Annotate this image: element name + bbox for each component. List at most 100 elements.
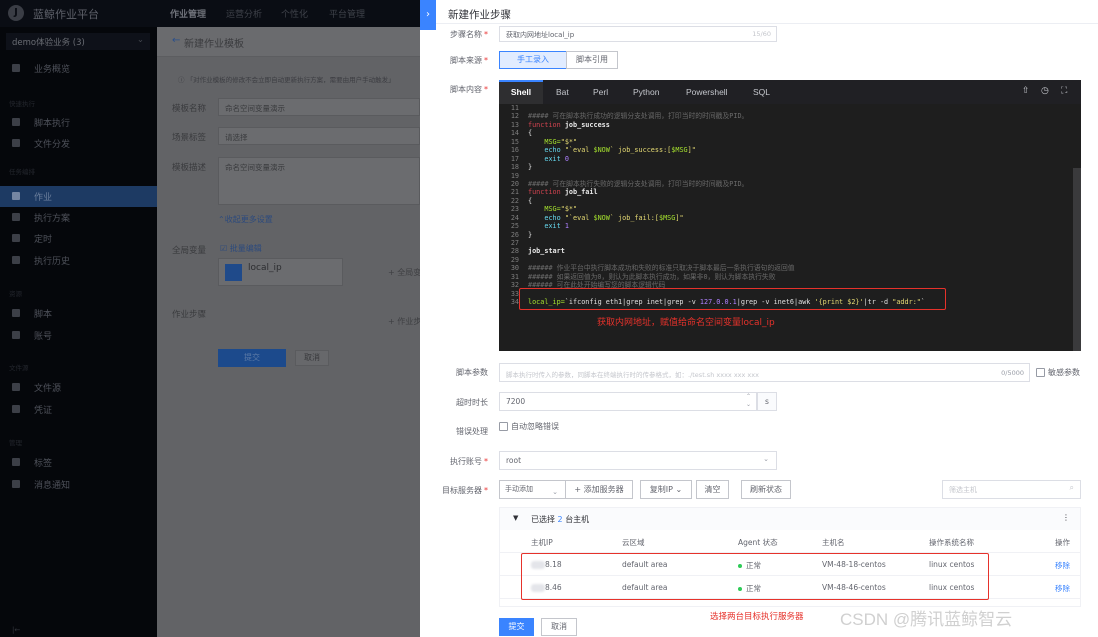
code-line: 15 MSG="$*" (499, 138, 1081, 146)
refresh-status-button[interactable]: 刷新状态 (741, 480, 791, 499)
host-filter-input[interactable]: 筛选主机 ⌕ (942, 480, 1081, 499)
account-label: 执行账号 * (450, 457, 488, 466)
source-manual-button[interactable]: 手工录入 (499, 51, 567, 69)
nav-job-management[interactable]: 作业管理 (170, 7, 206, 20)
sidebar-item[interactable]: 业务概览 (0, 58, 157, 79)
code-area[interactable]: 11 12 ##### 可在脚本执行成功的逻辑分支处调用，打印当时的时间戳及PID。… (499, 104, 1081, 351)
selected-count: 2 (557, 515, 563, 524)
sidebar-item-label: 执行方案 (34, 214, 71, 224)
add-step-button[interactable]: + 作业步 (388, 316, 421, 327)
app-logo[interactable]: J (8, 5, 24, 21)
tab-powershell[interactable]: Powershell (686, 80, 728, 104)
line-number: 26 (510, 230, 519, 239)
code-editor[interactable]: Shell Bat Perl Python Powershell SQL ⇧ ◷… (499, 80, 1081, 351)
line-number: 19 (510, 171, 519, 180)
step-name-input[interactable]: 获取内网地址local_ip 15/60 (499, 26, 777, 42)
more-icon[interactable]: ⋮ (1062, 513, 1070, 522)
collapse-more-settings-link[interactable]: ⌃收起更多设置 (218, 214, 273, 225)
template-name-input[interactable]: 命名空间变量演示 (218, 98, 420, 116)
sidebar-group-label: 文件源 (9, 364, 29, 372)
script-content-label: 脚本内容 * (450, 85, 488, 94)
nav-personalize[interactable]: 个性化 (281, 7, 308, 20)
tab-sql[interactable]: SQL (753, 80, 770, 104)
collapse-more-settings-text: 收起更多设置 (224, 215, 273, 224)
code-token: MSG= (528, 137, 561, 146)
tab-python[interactable]: Python (633, 80, 659, 104)
code-token: $NOW (593, 213, 610, 222)
selected-hosts-header[interactable]: ▼ 已选择 2 台主机 ⋮ (500, 508, 1080, 530)
remove-host-link[interactable]: 移除 (1055, 560, 1070, 571)
description-textarea[interactable]: 命名空间变量演示 (218, 157, 420, 205)
sidebar-item-label: 标签 (34, 459, 53, 469)
variable-card[interactable]: local_ip (218, 258, 343, 286)
sidebar-item-label: 业务概览 (34, 65, 71, 75)
add-global-var-button[interactable]: + 全局变 (388, 267, 421, 278)
account-label-text: 执行账号 (450, 457, 482, 466)
copy-ip-button[interactable]: 复制IP ⌄ (640, 480, 692, 499)
remove-host-link[interactable]: 移除 (1055, 583, 1070, 594)
code-token: 0 (560, 154, 569, 163)
editor-scrollbar[interactable] (1073, 168, 1081, 351)
collapse-icon[interactable]: |← (12, 626, 20, 634)
scene-tag-select[interactable]: 请选择 (218, 127, 420, 145)
sidebar-item[interactable]: 账号 (0, 325, 157, 346)
sidebar-item[interactable]: 凭证 (0, 399, 157, 420)
script-params-input[interactable]: 脚本执行时传入的参数，同脚本在终端执行时的传参格式，如：./test.sh xx… (499, 363, 1030, 382)
template-submit-button[interactable]: 提交 (218, 349, 286, 367)
code-line: 23 MSG="$*" (499, 205, 1081, 213)
code-token: ###### 如果返回值为0，则认为此脚本执行成功，如果非0，则认为脚本执行失败 (528, 272, 776, 281)
sidebar-item[interactable]: 脚本执行 (0, 112, 157, 133)
template-cancel-button[interactable]: 取消 (295, 350, 329, 366)
fullscreen-icon[interactable]: ⛶ (1061, 86, 1067, 96)
stepper-icon[interactable]: ⌃ ⌄ (746, 393, 751, 409)
description-label: 模板描述 (172, 163, 207, 173)
sidebar-item[interactable]: 消息通知 (0, 474, 157, 495)
back-arrow-icon[interactable]: ← (172, 35, 180, 46)
sidebar-item[interactable]: 作业 (0, 186, 157, 207)
code-token: job_success (560, 120, 610, 129)
nav-operations-analysis[interactable]: 运营分析 (226, 7, 262, 20)
business-selector[interactable]: demo体验业务 (3) ⌄ (6, 33, 150, 50)
sidebar-item[interactable]: 执行方案 (0, 207, 157, 228)
business-selector-label: demo体验业务 (3) (12, 38, 85, 48)
selected-suffix: 台主机 (565, 515, 590, 524)
add-mode-select[interactable]: 手动添加 ⌄ (499, 480, 566, 499)
chevron-down-icon: ⌄ (552, 488, 558, 496)
tab-bat[interactable]: Bat (556, 80, 569, 104)
sidebar-item[interactable]: 标签 (0, 452, 157, 473)
line-number: 28 (510, 247, 519, 256)
sidebar-item-icon (12, 234, 20, 242)
account-select[interactable]: root ⌄ (499, 451, 777, 470)
timeout-input[interactable]: 7200 ⌃ ⌄ (499, 392, 757, 411)
sidebar-item-icon (12, 458, 20, 466)
sidebar-item[interactable]: 定时 (0, 228, 157, 249)
line-number: 16 (510, 146, 519, 155)
clear-button[interactable]: 清空 (696, 480, 729, 499)
code-token: ###### 作业平台中执行脚本成功和失败的标准只取决于脚本最后一条执行语句的返… (528, 264, 795, 273)
account-value: root (506, 456, 522, 465)
line-number: 12 (510, 112, 519, 121)
drawer-close-chevron-icon[interactable]: › (420, 0, 436, 30)
upload-icon[interactable]: ⇧ (1022, 86, 1030, 96)
sensitive-checkbox[interactable] (1036, 368, 1045, 377)
cancel-button[interactable]: 取消 (541, 618, 577, 636)
variable-name: local_ip (248, 263, 282, 273)
code-token: $MSG (671, 146, 688, 155)
sidebar-item[interactable]: 执行历史 (0, 250, 157, 271)
sidebar-item[interactable]: 文件源 (0, 377, 157, 398)
history-icon[interactable]: ◷ (1041, 86, 1049, 96)
search-icon: ⌕ (1069, 483, 1074, 492)
add-server-button[interactable]: + 添加服务器 (565, 480, 633, 499)
submit-button[interactable]: 提交 (499, 618, 534, 636)
tab-shell[interactable]: Shell (499, 80, 543, 104)
nav-platform-management[interactable]: 平台管理 (329, 7, 365, 20)
code-line: 28 job_start (499, 247, 1081, 255)
caret-down-icon[interactable]: ▼ (513, 514, 518, 522)
line-number: 25 (510, 222, 519, 231)
source-reference-button[interactable]: 脚本引用 (566, 51, 618, 69)
ignore-error-checkbox[interactable] (499, 422, 508, 431)
tab-perl[interactable]: Perl (593, 80, 608, 104)
sidebar-item[interactable]: 文件分发 (0, 133, 157, 154)
batch-edit-link[interactable]: ☑ 批量编辑 (220, 243, 262, 254)
sidebar-item[interactable]: 脚本 (0, 303, 157, 324)
